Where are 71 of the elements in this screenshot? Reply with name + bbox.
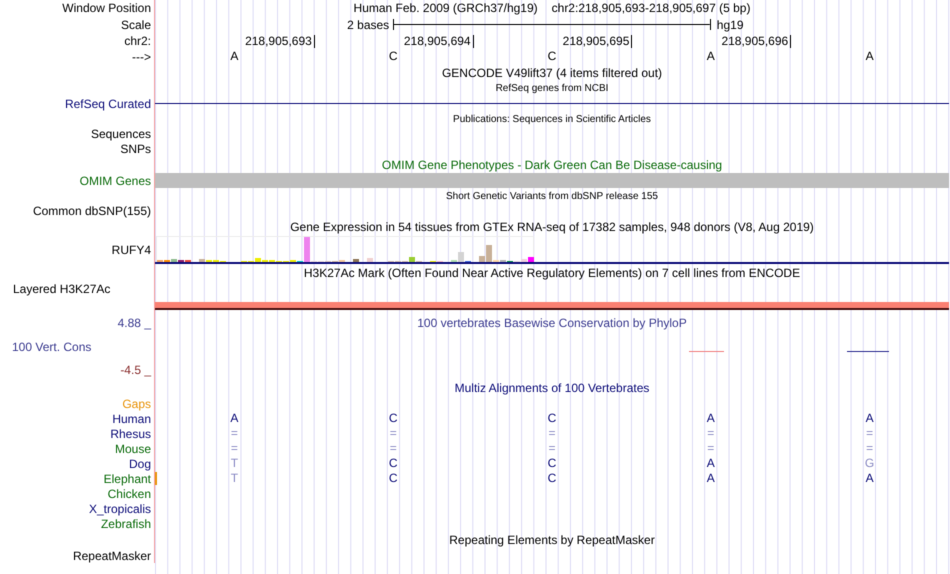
aligned-base: C [548, 472, 556, 485]
base-letter: A [866, 50, 874, 63]
track-label[interactable]: 100 Vert. Cons [0, 340, 92, 354]
base-letter: A [706, 50, 715, 63]
aligned-base: G [864, 457, 874, 470]
aligned-base: T [230, 457, 238, 470]
base-letter: A [230, 50, 238, 63]
track-title: 100 vertebrates Basewise Conservation by PhyloP [417, 316, 687, 330]
aligned-base: = [548, 427, 556, 440]
track-title: H3K27Ac Mark (Often Found Near Active Regulatory Elements) on 7 cell lines from ENCODE [304, 266, 800, 280]
aligned-base: A [706, 472, 715, 485]
coordinate-label: 218,905,695 [562, 34, 632, 48]
axis-label: -4.5 _ [120, 363, 151, 377]
genome-range: chr2:218,905,693-218,905,697 (5 bp) [552, 1, 750, 15]
aligned-base: C [388, 412, 398, 425]
track-label[interactable]: ---> [132, 50, 151, 64]
track-label[interactable]: RepeatMasker [72, 548, 151, 562]
track-label[interactable]: Mouse [114, 442, 151, 456]
coordinate-label: 218,905,694 [404, 34, 474, 48]
track-title: Gene Expression in 54 tissues from GTEx RNA-seq of 17382 samples, 948 donors (V8, Aug 2019) [290, 220, 814, 234]
track-label[interactable]: RUFY4 [112, 242, 151, 256]
aligned-base: = [548, 442, 556, 455]
aligned-base: = [390, 427, 397, 440]
aligned-base: = [707, 442, 714, 455]
track-label[interactable]: Sequences [90, 126, 151, 140]
aligned-base: T [230, 472, 238, 485]
aligned-base: = [866, 442, 874, 455]
track-label[interactable]: SNPs [120, 142, 151, 156]
base-letter: C [548, 50, 556, 63]
aligned-base: = [707, 427, 714, 440]
track-label[interactable]: Zebrafish [100, 516, 151, 530]
aligned-base: C [388, 472, 398, 485]
aligned-base: = [230, 427, 238, 440]
track-title: Multiz Alignments of 100 Vertebrates [454, 380, 650, 394]
base-letter: C [388, 50, 398, 63]
track-label[interactable]: RefSeq Curated [64, 96, 151, 110]
track-title: Short Genetic Variants from dbSNP release 155 [446, 190, 658, 202]
track-label[interactable]: X_tropicalis [88, 502, 151, 516]
assembly-name: Human Feb. 2009 (GRCh37/hg19) [354, 1, 538, 15]
track-title: RefSeq genes from NCBI [496, 82, 608, 94]
track-title: OMIM Gene Phenotypes - Dark Green Can Be Disease-causing [382, 158, 722, 172]
track-label[interactable]: Dog [128, 456, 151, 470]
track-title: Repeating Elements by RepeatMasker [449, 532, 655, 546]
track-label[interactable]: chr2: [124, 34, 151, 48]
coordinate-label: 218,905,693 [245, 34, 315, 48]
track-title: GENCODE V49lift37 (4 items filtered out) [442, 66, 662, 80]
track-label[interactable]: OMIM Genes [80, 174, 151, 188]
track-label[interactable]: Window Position [62, 1, 151, 15]
axis-label: 4.88 _ [118, 316, 151, 330]
aligned-base: C [548, 457, 556, 470]
track-label[interactable]: Scale [120, 18, 151, 32]
track-label[interactable]: Layered H3K27Ac [13, 282, 110, 296]
aligned-base: C [388, 457, 398, 470]
aligned-base: A [706, 457, 715, 470]
aligned-base: A [230, 412, 238, 425]
track-label[interactable]: Elephant [104, 472, 151, 486]
aligned-base: = [866, 427, 874, 440]
track-label[interactable]: Rhesus [110, 426, 151, 440]
aligned-base: A [866, 472, 874, 485]
track-label[interactable]: Human [112, 412, 151, 426]
scale-label: 2 bases [347, 18, 390, 32]
track-label[interactable]: Chicken [108, 486, 151, 500]
aligned-base: C [548, 412, 556, 425]
track-label[interactable]: Common dbSNP(155) [32, 204, 151, 218]
assembly-label: hg19 [716, 18, 744, 32]
track-title: Publications: Sequences in Scientific Articles [453, 114, 651, 124]
aligned-base: = [230, 442, 238, 455]
aligned-base: A [866, 412, 874, 425]
coordinate-label: 218,905,696 [721, 34, 792, 48]
aligned-base: A [706, 412, 715, 425]
aligned-base: = [390, 442, 397, 455]
